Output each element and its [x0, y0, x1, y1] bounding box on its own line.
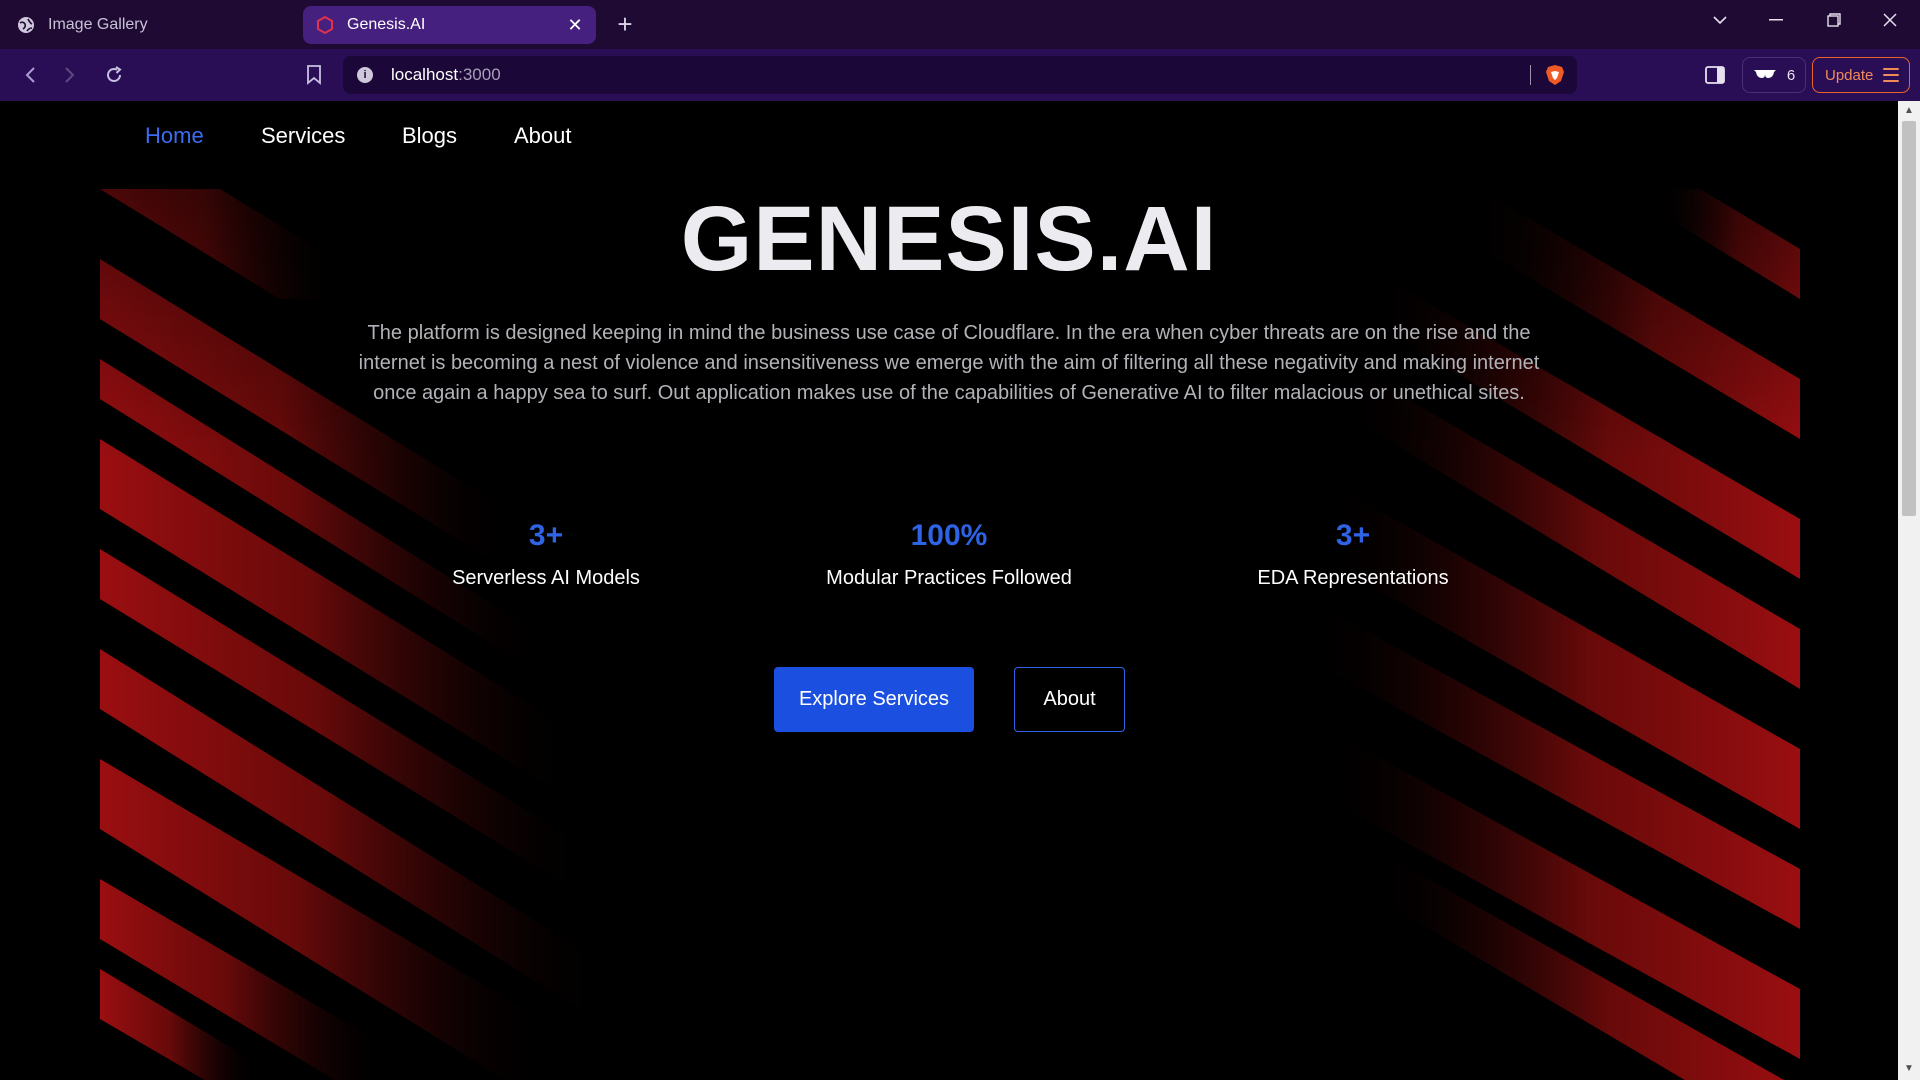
close-window-button[interactable] [1862, 0, 1918, 40]
nav-blogs[interactable]: Blogs [402, 123, 457, 149]
nav-about[interactable]: About [514, 123, 572, 149]
tab-title: Image Gallery [48, 16, 148, 33]
hero-description: The platform is designed keeping in mind… [358, 322, 1540, 404]
rewards-button[interactable]: 6 [1742, 57, 1806, 93]
hero-title: GENESIS.AI [680, 188, 1218, 290]
scrollbar-thumb[interactable] [1902, 121, 1916, 516]
reload-icon[interactable] [99, 61, 129, 89]
browser-toolbar: i localhost:3000 6 Update [0, 49, 1920, 101]
browser-tab-bar: Image Gallery Genesis.AI ✕ + [0, 0, 1920, 49]
tab-genesis-ai[interactable]: Genesis.AI ✕ [303, 6, 596, 44]
hexagon-icon [315, 15, 335, 35]
stat-label: Modular Practices Followed [826, 567, 1072, 589]
restore-window-button[interactable] [1806, 0, 1862, 40]
back-arrow-icon[interactable] [15, 61, 45, 89]
stat-value: 100% [910, 519, 988, 552]
address-separator [1530, 65, 1531, 85]
tab-image-gallery[interactable]: Image Gallery [0, 6, 300, 44]
globe-icon [16, 15, 36, 35]
site-nav: Home Services Blogs About [0, 101, 1898, 171]
stat-serverless-models: 3+ Serverless AI Models [396, 519, 696, 590]
stat-label: Serverless AI Models [452, 567, 640, 589]
address-bar[interactable]: i localhost:3000 [343, 56, 1577, 94]
bookmark-icon[interactable] [299, 61, 329, 89]
scroll-down-arrow-icon[interactable]: ▼ [1902, 1062, 1916, 1076]
stat-eda-representations: 3+ EDA Representations [1203, 519, 1503, 590]
sunglasses-icon [1753, 67, 1777, 84]
site-info-icon[interactable]: i [357, 67, 373, 83]
brave-shields-icon[interactable] [1545, 64, 1565, 86]
hamburger-menu-icon [1883, 68, 1899, 86]
page-viewport: Home Services Blogs About GENESIS.AI The… [0, 101, 1898, 1080]
stat-label: EDA Representations [1257, 567, 1449, 589]
update-label: Update [1825, 66, 1874, 84]
stat-value: 3+ [528, 519, 564, 552]
scroll-up-arrow-icon[interactable]: ▲ [1902, 104, 1916, 118]
update-button[interactable]: Update [1812, 57, 1910, 93]
about-button[interactable]: About [1014, 667, 1125, 732]
sidebar-toggle-icon[interactable] [1700, 61, 1730, 89]
minimize-window-button[interactable] [1748, 0, 1804, 40]
rewards-count: 6 [1786, 66, 1796, 84]
stat-modular-practices: 100% Modular Practices Followed [799, 519, 1099, 590]
new-tab-button[interactable]: + [612, 10, 638, 38]
explore-services-button[interactable]: Explore Services [774, 667, 974, 732]
nav-home[interactable]: Home [145, 123, 204, 149]
nav-services[interactable]: Services [261, 123, 345, 149]
tab-search-chevron-icon[interactable] [1692, 0, 1748, 40]
stat-value: 3+ [1335, 519, 1371, 552]
forward-arrow-icon[interactable] [55, 61, 85, 89]
tab-title: Genesis.AI [347, 16, 426, 33]
url-text: localhost:3000 [391, 65, 501, 84]
close-tab-icon[interactable]: ✕ [564, 14, 586, 36]
